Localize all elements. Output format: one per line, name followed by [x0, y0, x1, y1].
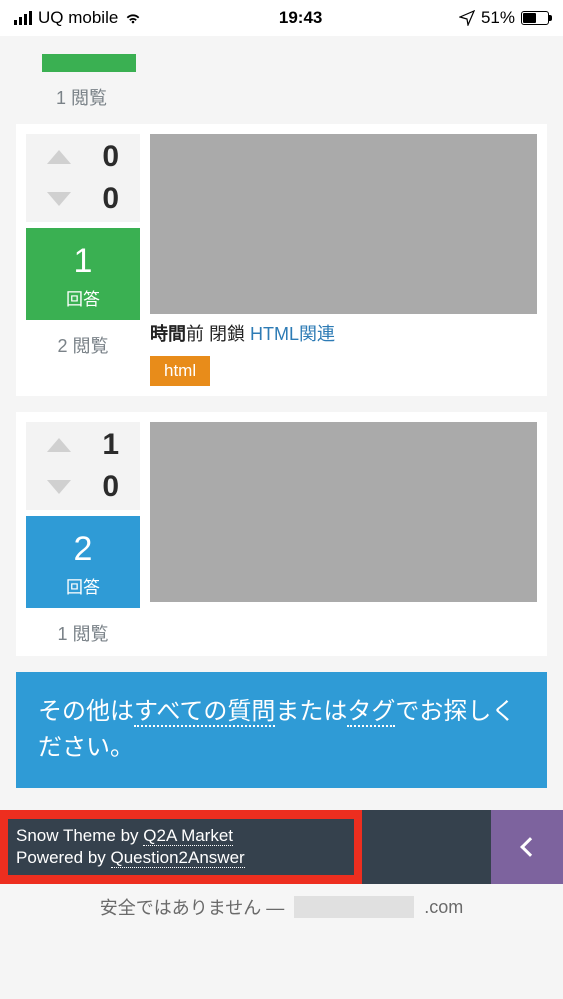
battery-icon — [521, 11, 549, 25]
question-title-placeholder[interactable] — [150, 422, 537, 602]
vote-box: 0 0 — [26, 134, 140, 222]
location-icon — [459, 10, 475, 26]
wifi-icon — [124, 11, 142, 25]
upvote-icon[interactable] — [47, 438, 71, 452]
carrier-label: UQ mobile — [38, 8, 118, 28]
answer-badge-partial — [42, 54, 136, 72]
question-main — [150, 422, 537, 646]
views-text: 2 閲覧 — [26, 332, 140, 358]
views-text: 1 閲覧 — [26, 620, 140, 646]
question-card[interactable]: 0 0 1 回答 2 閲覧 時間前 閉鎖 HTML関連 html — [16, 124, 547, 396]
back-to-top-button[interactable] — [491, 810, 563, 884]
upvote-count: 0 — [89, 140, 119, 174]
question-list: 1 閲覧 0 0 1 回答 2 閲覧 時間前 — [0, 54, 563, 930]
signal-icon — [14, 11, 32, 25]
status-left: UQ mobile — [14, 8, 142, 28]
footer-highlight: Snow Theme by Q2A Market Powered by Ques… — [0, 810, 362, 884]
answer-badge[interactable]: 2 回答 — [26, 516, 140, 608]
domain-redacted — [294, 896, 414, 918]
vote-column: 1 0 2 回答 1 閲覧 — [26, 422, 140, 646]
question-card[interactable]: 1 0 2 回答 1 閲覧 — [16, 412, 547, 656]
downvote-count: 0 — [89, 182, 119, 216]
answer-badge[interactable]: 1 回答 — [26, 228, 140, 320]
status-right: 51% — [459, 8, 549, 28]
downvote-icon[interactable] — [47, 480, 71, 494]
chevron-left-icon — [520, 837, 540, 857]
vote-box: 1 0 — [26, 422, 140, 510]
banner-pre: その他は — [38, 698, 134, 725]
meta-time-bold: 時間 — [150, 324, 186, 344]
upvote-count: 1 — [89, 428, 119, 462]
downvote-count: 0 — [89, 470, 119, 504]
status-time: 19:43 — [279, 8, 322, 28]
battery-percent: 51% — [481, 8, 515, 28]
footer-credits: Snow Theme by Q2A Market Powered by Ques… — [8, 819, 354, 875]
question-title-placeholder[interactable] — [150, 134, 537, 314]
all-questions-link[interactable]: すべての質問 — [134, 698, 275, 727]
question-main: 時間前 閉鎖 HTML関連 html — [150, 134, 537, 386]
answer-label: 回答 — [26, 573, 140, 598]
answer-label: 回答 — [26, 285, 140, 310]
answer-count: 1 — [26, 242, 140, 281]
footer-spacer — [362, 810, 491, 884]
more-questions-banner: その他はすべての質問またはタグでお探しください。 — [16, 672, 547, 788]
footer-bar: Snow Theme by Q2A Market Powered by Ques… — [0, 810, 563, 884]
theme-text: Snow Theme by — [16, 826, 143, 845]
powered-text: Powered by — [16, 848, 111, 867]
theme-link[interactable]: Q2A Market — [143, 826, 233, 846]
vote-column: 0 0 1 回答 2 閲覧 — [26, 134, 140, 386]
powered-link[interactable]: Question2Answer — [111, 848, 245, 868]
insecure-label: 安全ではありません — — [100, 894, 284, 920]
browser-address-bar[interactable]: 安全ではありません — .com — [0, 884, 563, 930]
domain-suffix: .com — [424, 897, 463, 918]
tag-html[interactable]: html — [150, 356, 210, 386]
answer-count: 2 — [26, 530, 140, 569]
meta-closed: 閉鎖 — [209, 324, 245, 344]
views-text: 1 閲覧 — [56, 84, 563, 110]
banner-mid: または — [275, 698, 347, 725]
upvote-icon[interactable] — [47, 150, 71, 164]
meta-category-link[interactable]: HTML関連 — [250, 324, 335, 344]
meta-ago: 前 — [186, 324, 204, 344]
tags-link[interactable]: タグ — [347, 698, 395, 727]
downvote-icon[interactable] — [47, 192, 71, 206]
question-meta: 時間前 閉鎖 HTML関連 — [150, 320, 537, 346]
status-bar: UQ mobile 19:43 51% — [0, 0, 563, 36]
